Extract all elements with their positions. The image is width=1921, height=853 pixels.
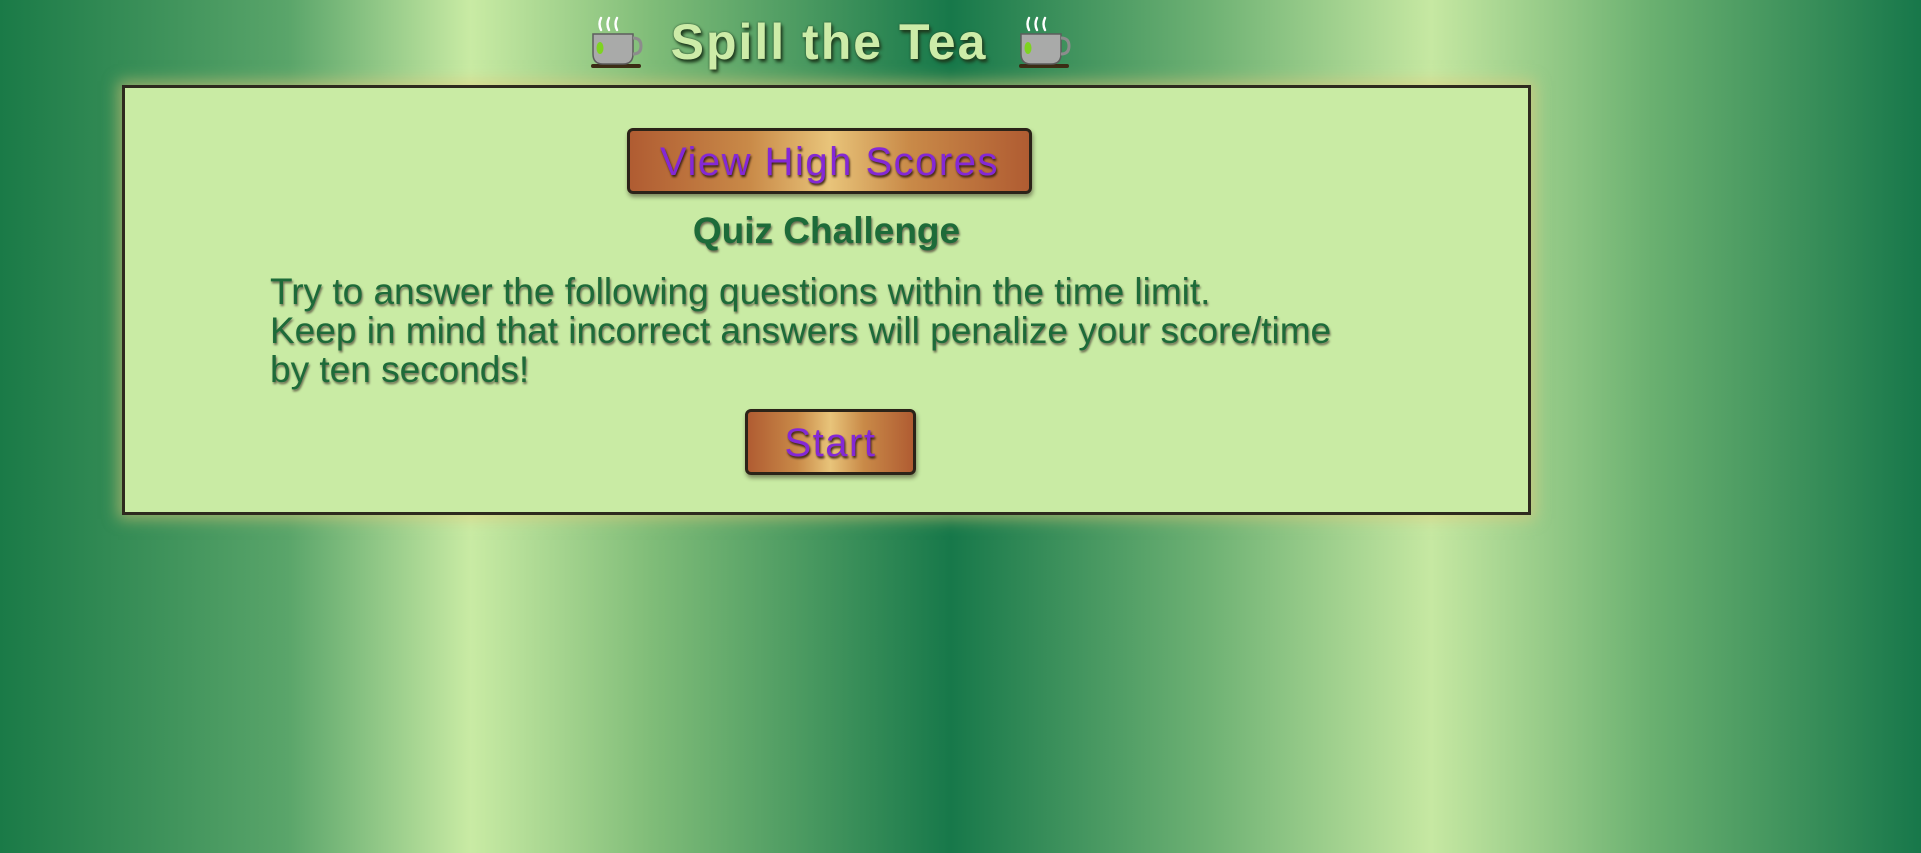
quiz-title: Quiz Challenge (692, 210, 961, 251)
instruction-line: Keep in mind that incorrect answers will… (270, 310, 1332, 351)
start-button[interactable]: Start (745, 409, 916, 475)
instruction-line: Try to answer the following questions wi… (270, 271, 1211, 312)
instruction-line: by ten seconds! (270, 349, 530, 390)
quiz-instructions: Try to answer the following questions wi… (270, 272, 1420, 389)
quiz-intro-panel: View High Scores Quiz Challenge Try to a… (122, 85, 1531, 515)
teacup-icon (1019, 16, 1071, 68)
teacup-icon (590, 16, 643, 68)
view-high-scores-button[interactable]: View High Scores (627, 128, 1032, 194)
page-title: Spill the Tea (670, 14, 988, 70)
app-header: Spill the Tea (0, 10, 1658, 74)
